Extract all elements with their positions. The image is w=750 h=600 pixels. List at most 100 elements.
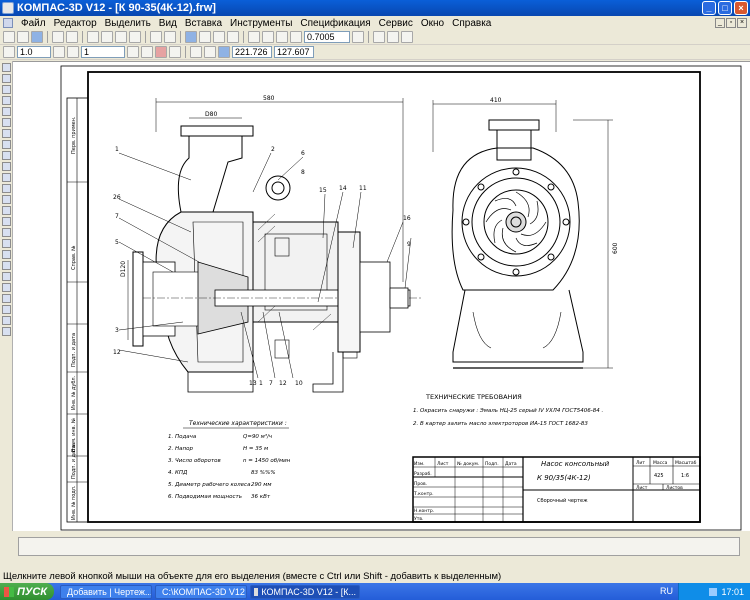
chamfer-tool-icon[interactable]	[2, 261, 11, 270]
line-tool-icon[interactable]	[2, 162, 11, 171]
task-button-kompas[interactable]: КОМПАС-3D V12 - [К...	[250, 584, 360, 599]
new-icon[interactable]	[3, 31, 15, 43]
segment-tool-icon[interactable]	[2, 173, 11, 182]
pos-label-9: 9	[407, 241, 411, 248]
drawing-canvas[interactable]: Перв. примен. Справ. № Подп. и дата Инв.…	[13, 61, 750, 531]
layer-icon[interactable]	[67, 46, 79, 58]
macro-tool-icon[interactable]	[2, 316, 11, 325]
fx-icon[interactable]	[213, 31, 225, 43]
spec-tool-icon[interactable]	[2, 140, 11, 149]
separator	[82, 31, 83, 43]
select-tool-icon[interactable]	[2, 129, 11, 138]
polyline-tool-icon[interactable]	[2, 228, 11, 237]
doc-close-button[interactable]: ×	[737, 18, 747, 28]
layer-dropdown-icon[interactable]	[127, 46, 139, 58]
ortho-icon[interactable]	[169, 46, 181, 58]
pos-label-2: 2	[271, 146, 275, 153]
parametrize-tool-icon[interactable]	[2, 107, 11, 116]
dimensions-tool-icon[interactable]	[2, 74, 11, 83]
zoom-dropdown-icon[interactable]	[352, 31, 364, 43]
spline-tool-icon[interactable]	[2, 217, 11, 226]
hatch-tool-icon[interactable]	[2, 283, 11, 292]
y-coordinate-field[interactable]: 127.607	[274, 46, 314, 58]
circle-tool-icon[interactable]	[2, 184, 11, 193]
refresh-icon[interactable]	[373, 31, 385, 43]
geometry-tool-icon[interactable]	[2, 63, 11, 72]
zoom-input[interactable]: 0.7005	[304, 31, 350, 43]
print-icon[interactable]	[52, 31, 64, 43]
edit-tool-icon[interactable]	[2, 96, 11, 105]
menu-view[interactable]: Вид	[155, 18, 181, 29]
task-label: C:\КОМПАС-3D V12	[162, 586, 245, 597]
grid-icon[interactable]	[141, 46, 153, 58]
preview-icon[interactable]	[66, 31, 78, 43]
doc-minimize-button[interactable]: _	[715, 18, 725, 28]
variables-icon[interactable]	[227, 31, 239, 43]
stamp-label-first-use: Перв. примен.	[71, 116, 77, 154]
menu-tools[interactable]: Инструменты	[226, 18, 296, 29]
polygon-tool-icon[interactable]	[2, 250, 11, 259]
point-tool-icon[interactable]	[2, 151, 11, 160]
menu-help[interactable]: Справка	[448, 18, 495, 29]
save-icon[interactable]	[31, 31, 43, 43]
state-icon[interactable]	[3, 46, 15, 58]
tb-approved: Утв.	[414, 516, 423, 522]
zoom-window-icon[interactable]	[276, 31, 288, 43]
network-icon[interactable]	[709, 587, 718, 596]
snap-icon[interactable]	[155, 46, 167, 58]
document-icon[interactable]	[3, 18, 13, 28]
open-icon[interactable]	[17, 31, 29, 43]
zoom-all-icon[interactable]	[290, 31, 302, 43]
language-indicator[interactable]: RU	[660, 586, 673, 596]
redo-icon[interactable]	[164, 31, 176, 43]
spec-label-3: 3. Число оборотов	[168, 458, 221, 464]
properties-panel[interactable]	[18, 537, 740, 556]
help-icon[interactable]	[401, 31, 413, 43]
menu-insert[interactable]: Вставка	[181, 18, 226, 29]
fillet-tool-icon[interactable]	[2, 272, 11, 281]
layer-field[interactable]: 1	[81, 46, 125, 58]
library-icon[interactable]	[199, 31, 211, 43]
rectangle-tool-icon[interactable]	[2, 239, 11, 248]
step-icon[interactable]	[204, 46, 216, 58]
view-tool-icon[interactable]	[2, 327, 11, 336]
menu-select[interactable]: Выделить	[101, 18, 155, 29]
symbols-tool-icon[interactable]	[2, 85, 11, 94]
minimize-button[interactable]: _	[702, 1, 716, 15]
close-button[interactable]: ×	[734, 1, 748, 15]
menu-window[interactable]: Окно	[417, 18, 448, 29]
menu-service[interactable]: Сервис	[375, 18, 417, 29]
task-button-browser[interactable]: Добавить | Чертеж...	[60, 584, 152, 599]
menu-specification[interactable]: Спецификация	[296, 18, 374, 29]
kompas-icon	[254, 587, 259, 596]
paste-icon[interactable]	[115, 31, 127, 43]
copy-icon[interactable]	[101, 31, 113, 43]
start-button[interactable]: ПУСК	[0, 583, 54, 600]
contour-tool-icon[interactable]	[2, 294, 11, 303]
scale-dropdown-icon[interactable]	[53, 46, 65, 58]
local-cs-icon[interactable]	[190, 46, 202, 58]
measure-tool-icon[interactable]	[2, 118, 11, 127]
pos-label-5: 5	[115, 239, 119, 246]
cursor-icon[interactable]	[218, 46, 230, 58]
menu-file[interactable]: Файл	[17, 18, 50, 29]
properties-icon[interactable]	[129, 31, 141, 43]
ellipse-tool-icon[interactable]	[2, 206, 11, 215]
pos-label-7b: 7	[269, 380, 273, 387]
pan-icon[interactable]	[387, 31, 399, 43]
zoom-out-icon[interactable]	[262, 31, 274, 43]
maximize-button[interactable]: □	[718, 1, 732, 15]
doc-restore-button[interactable]: ▫	[726, 18, 736, 28]
tb-date: Дата	[505, 461, 517, 467]
pos-label-26: 26	[113, 194, 121, 201]
undo-icon[interactable]	[150, 31, 162, 43]
arc-tool-icon[interactable]	[2, 195, 11, 204]
x-coordinate-field[interactable]: 221.726	[232, 46, 272, 58]
cut-icon[interactable]	[87, 31, 99, 43]
equidistant-tool-icon[interactable]	[2, 305, 11, 314]
zoom-in-icon[interactable]	[248, 31, 260, 43]
task-button-folder[interactable]: C:\КОМПАС-3D V12	[155, 584, 247, 599]
line-scale-field[interactable]: 1.0	[17, 46, 51, 58]
manager-icon[interactable]	[185, 31, 197, 43]
menu-editor[interactable]: Редактор	[50, 18, 101, 29]
